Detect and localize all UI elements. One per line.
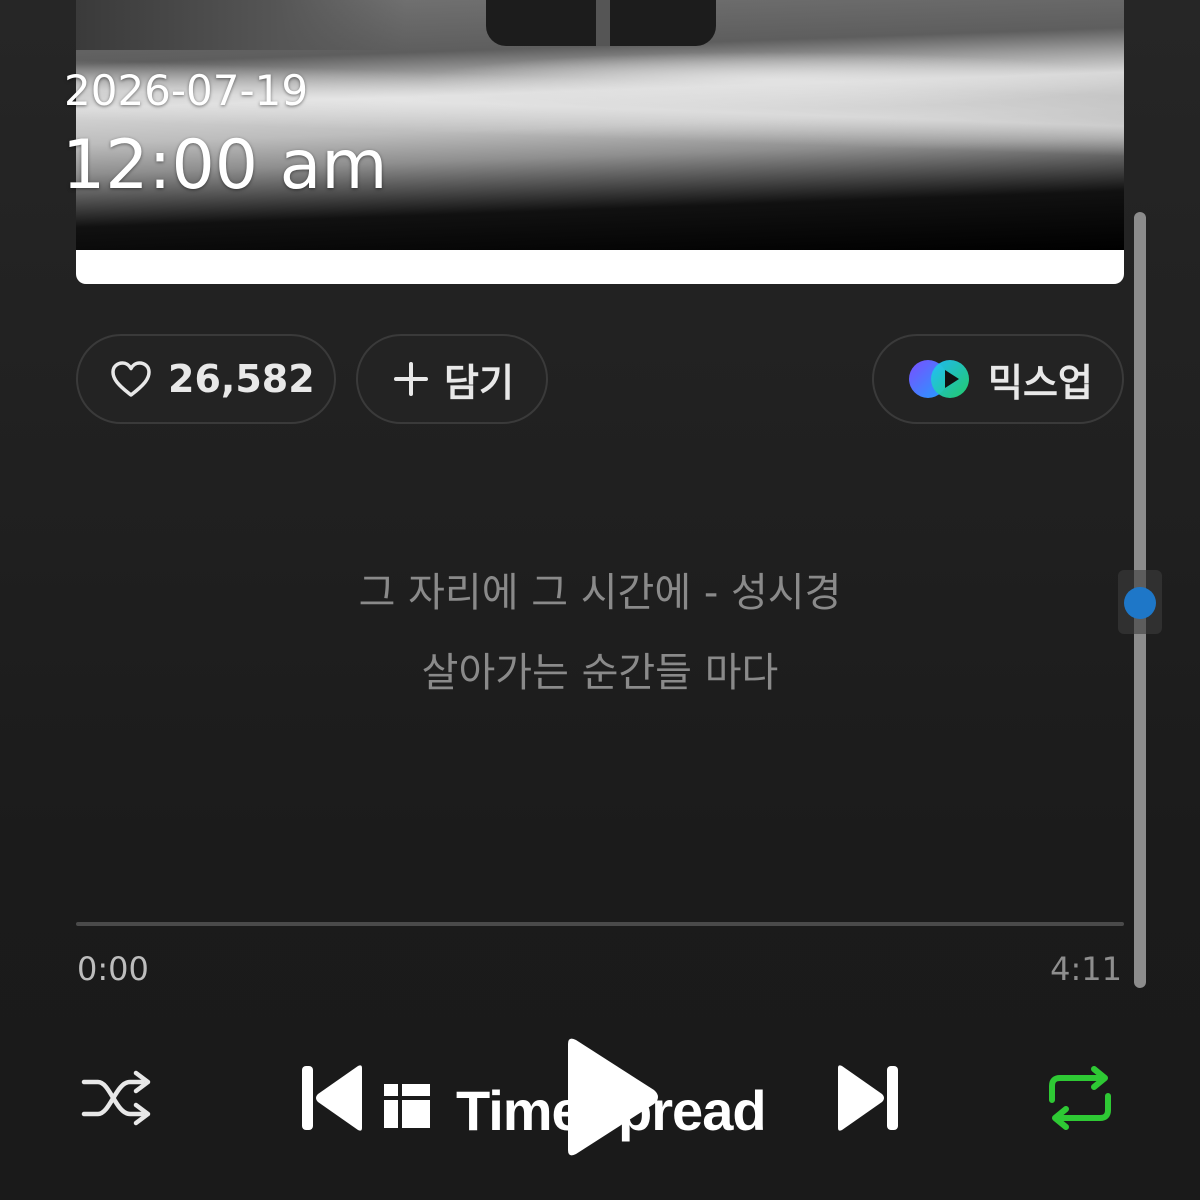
total-time: 4:11 (1050, 950, 1122, 988)
heart-icon (110, 360, 152, 398)
play-button[interactable] (558, 1034, 662, 1164)
previous-button[interactable] (300, 1062, 366, 1138)
like-count: 26,582 (168, 357, 315, 401)
add-to-playlist-button[interactable]: 담기 (356, 334, 548, 424)
mixup-button[interactable]: 믹스업 (872, 334, 1124, 424)
overlay-date: 2026-07-19 (64, 66, 309, 115)
repeat-icon (1044, 1066, 1116, 1134)
plus-icon (392, 360, 430, 398)
shuffle-button[interactable] (80, 1068, 154, 1132)
lyric-line-1[interactable]: 그 자리에 그 시간에 - 성시경 (0, 560, 1200, 618)
overlay-time: 12:00 am (62, 126, 388, 205)
like-button[interactable]: 26,582 (76, 334, 336, 424)
watermark-logo-icon (382, 1078, 432, 1143)
next-button[interactable] (834, 1062, 900, 1138)
mixup-label: 믹스업 (988, 360, 1093, 405)
add-label: 담기 (444, 360, 514, 405)
play-icon (558, 1038, 662, 1164)
current-time: 0:00 (77, 950, 149, 988)
album-photo-figure-gap (596, 0, 610, 46)
repeat-button[interactable] (1044, 1066, 1116, 1134)
previous-icon (300, 1065, 366, 1138)
lyric-line-2[interactable]: 살아가는 순간들 마다 (0, 640, 1200, 698)
shuffle-icon (80, 1070, 154, 1132)
album-photo-shadow (76, 0, 406, 50)
mixup-icon (906, 357, 972, 401)
progress-bar[interactable] (76, 922, 1124, 926)
next-icon (834, 1065, 900, 1138)
scroll-handle[interactable] (1124, 587, 1156, 619)
